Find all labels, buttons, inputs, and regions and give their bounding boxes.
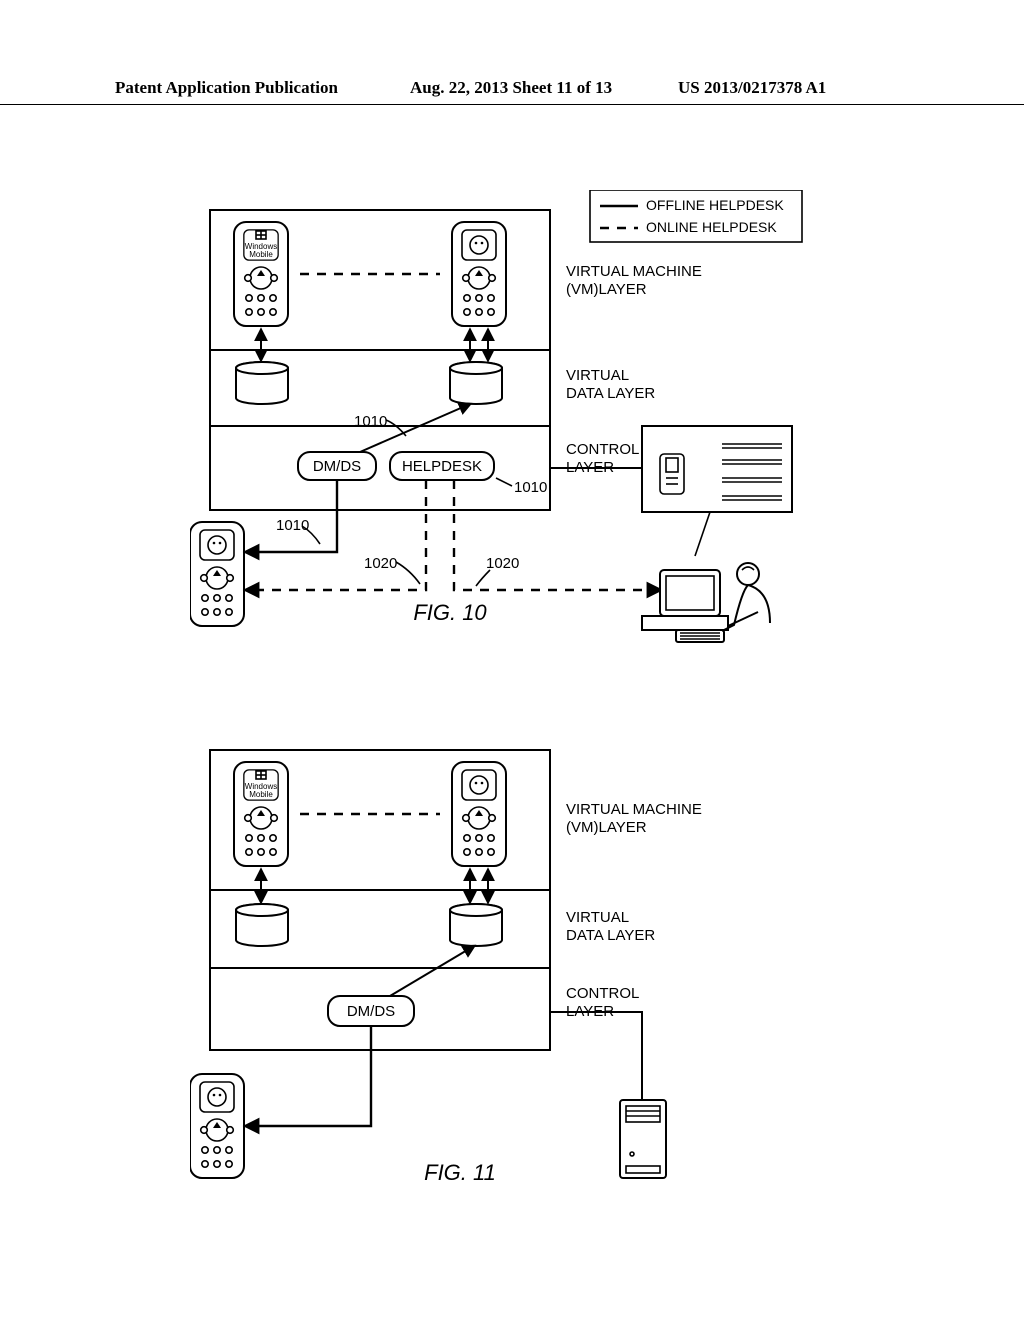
operator-icon — [642, 563, 770, 642]
cylinder-left-icon — [236, 362, 288, 404]
phone-external-icon-2 — [190, 1074, 244, 1178]
phone-linux-icon — [452, 222, 506, 326]
cylinder-right-icon-2 — [450, 904, 502, 946]
page-header: Patent Application Publication Aug. 22, … — [0, 78, 1024, 105]
legend-box: OFFLINE HELPDESK ONLINE HELPDESK — [590, 190, 802, 242]
cylinder-right-icon — [450, 362, 502, 404]
figure-10: Windows Mobile — [190, 190, 890, 710]
header-mid: Aug. 22, 2013 Sheet 11 of 13 — [410, 78, 612, 98]
label-vm-2: VIRTUAL MACHINE(VM)LAYER — [566, 801, 702, 836]
label-data-1: VIRTUALDATA LAYER — [566, 367, 655, 402]
legend-offline: OFFLINE HELPDESK — [646, 197, 784, 213]
label-ctrl-2: CONTROLLAYER — [566, 985, 639, 1020]
label-vm-1: VIRTUAL MACHINE(VM)LAYER — [566, 263, 702, 298]
ref-1020-b: 1020 — [486, 555, 519, 572]
label-data-2: VIRTUALDATA LAYER — [566, 909, 655, 944]
phone-linux-icon-2 — [452, 762, 506, 866]
cylinder-left-icon-2 — [236, 904, 288, 946]
ref-1010-c: 1010 — [276, 517, 309, 534]
header-right: US 2013/0217378 A1 — [678, 78, 826, 98]
ref-1010-b: 1010 — [514, 479, 547, 496]
ref-1020-a: 1020 — [364, 555, 397, 572]
phone-windows-icon-2 — [234, 762, 288, 866]
figure-10-caption: FIG. 10 — [413, 600, 487, 625]
figure-11: VIRTUAL MACHINE(VM)LAYER VIRTUALDATA LAY… — [190, 740, 830, 1210]
phone-external-icon — [190, 522, 244, 626]
label-ctrl-1: CONTROLLAYER — [566, 441, 639, 476]
legend-online: ONLINE HELPDESK — [646, 219, 777, 235]
dmds-button-1: DM/DS — [313, 458, 361, 475]
figure-11-caption: FIG. 11 — [424, 1160, 496, 1185]
server-tower-icon — [620, 1100, 666, 1178]
dmds-button-2: DM/DS — [347, 1003, 395, 1020]
dialog-window-icon — [642, 426, 792, 512]
phone-windows-icon — [234, 222, 288, 326]
header-left: Patent Application Publication — [115, 78, 338, 98]
helpdesk-button: HELPDESK — [402, 458, 482, 475]
ref-1010-a: 1010 — [354, 413, 387, 430]
